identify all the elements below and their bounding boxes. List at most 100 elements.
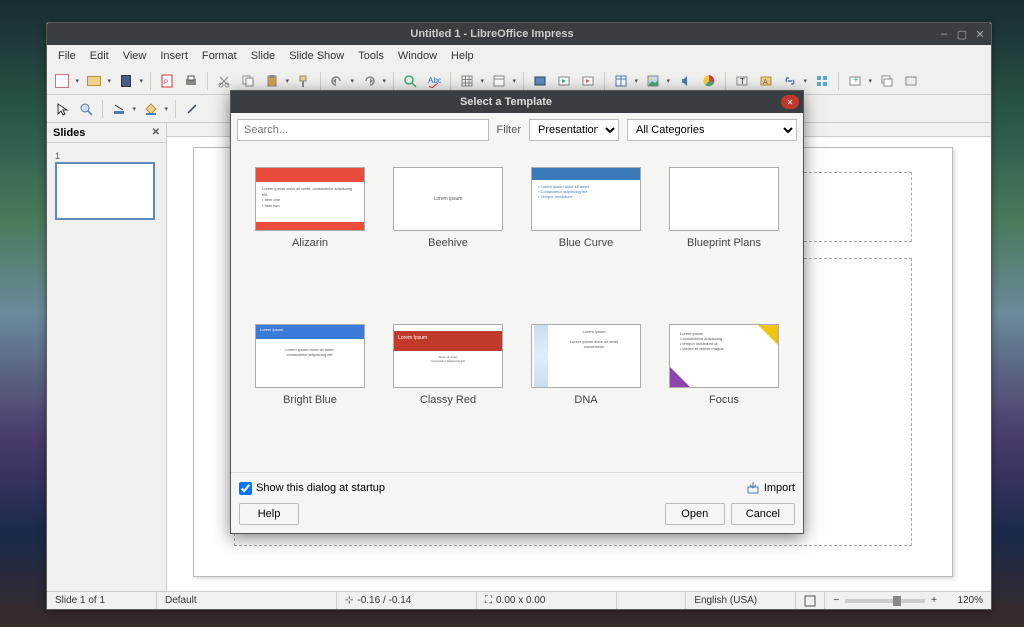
redo-button[interactable] xyxy=(358,70,380,92)
status-lang[interactable]: English (USA) xyxy=(686,592,796,609)
insert-special-button[interactable] xyxy=(811,70,833,92)
find-button[interactable] xyxy=(399,70,421,92)
show-at-startup-checkbox[interactable]: Show this dialog at startup xyxy=(239,482,385,495)
show-at-startup-input[interactable] xyxy=(239,482,252,495)
zoom-percent[interactable]: 120% xyxy=(945,592,991,609)
svg-text:Abc: Abc xyxy=(428,76,441,85)
fit-page-button[interactable] xyxy=(796,592,825,609)
close-button[interactable]: ✕ xyxy=(973,27,987,41)
category-select[interactable]: All Categories xyxy=(627,119,797,141)
master-slide-button[interactable] xyxy=(529,70,551,92)
menu-format[interactable]: Format xyxy=(195,47,244,65)
display-grid-button[interactable] xyxy=(456,70,478,92)
template-name: Blue Curve xyxy=(559,237,613,249)
svg-text:P: P xyxy=(164,80,168,86)
print-button[interactable] xyxy=(180,70,202,92)
menu-help[interactable]: Help xyxy=(444,47,481,65)
open-button[interactable]: Open xyxy=(665,503,725,525)
start-first-button[interactable] xyxy=(553,70,575,92)
status-style: Default xyxy=(157,592,337,609)
dialog-filter-bar: Filter Presentations All Categories xyxy=(231,113,803,147)
insert-audio-button[interactable] xyxy=(674,70,696,92)
slides-panel-header: Slides ✕ xyxy=(47,123,166,143)
menu-view[interactable]: View xyxy=(116,47,154,65)
template-blue-curve[interactable]: • Lorem ipsum dolor sit amet• Consectetu… xyxy=(519,167,653,296)
template-blueprint-plans[interactable]: Lorem IpsumDolor sit amet consectetur ad… xyxy=(657,167,791,296)
minimize-button[interactable]: ‒ xyxy=(937,27,951,41)
template-beehive[interactable]: Lorem ipsum Beehive xyxy=(381,167,515,296)
dialog-title: Select a Template xyxy=(231,96,781,108)
template-name: Bright Blue xyxy=(283,394,337,406)
undo-button[interactable] xyxy=(326,70,348,92)
line-tool[interactable] xyxy=(181,98,203,120)
zoom-tool[interactable] xyxy=(75,98,97,120)
titlebar: Untitled 1 - LibreOffice Impress ‒ ▢ ✕ xyxy=(47,23,991,45)
insert-table-button[interactable] xyxy=(610,70,632,92)
insert-image-button[interactable] xyxy=(642,70,664,92)
new-slide-button[interactable]: + xyxy=(844,70,866,92)
template-name: Blueprint Plans xyxy=(687,237,761,249)
menu-tools[interactable]: Tools xyxy=(351,47,391,65)
spellcheck-button[interactable]: Abc xyxy=(423,70,445,92)
slide-thumb-1[interactable]: 1 xyxy=(55,151,158,220)
template-classy-red[interactable]: Lorem IpsumDolor sit amet,consectetur ad… xyxy=(381,324,515,453)
help-button[interactable]: Help xyxy=(239,503,299,525)
slides-panel-close-icon[interactable]: ✕ xyxy=(152,127,160,138)
svg-text:A: A xyxy=(763,79,768,86)
new-button[interactable] xyxy=(51,70,73,92)
menu-window[interactable]: Window xyxy=(391,47,444,65)
template-preview: Lorem ipsumLorem ipsum dolor sit ametcon… xyxy=(531,324,641,388)
dialog-titlebar: Select a Template ✕ xyxy=(231,91,803,113)
insert-textbox-button[interactable]: T xyxy=(731,70,753,92)
import-button[interactable]: Import xyxy=(746,481,795,495)
cancel-button[interactable]: Cancel xyxy=(731,503,795,525)
zoom-out-icon[interactable]: − xyxy=(833,595,839,606)
clone-format-button[interactable] xyxy=(293,70,315,92)
slides-panel: Slides ✕ 1 xyxy=(47,123,167,591)
menu-slide[interactable]: Slide xyxy=(244,47,282,65)
template-alizarin[interactable]: Lorem ipsum dolor sit amet, consectetur … xyxy=(243,167,377,296)
zoom-control[interactable]: − + xyxy=(825,592,945,609)
delete-slide-button[interactable] xyxy=(900,70,922,92)
template-name: Classy Red xyxy=(420,394,476,406)
window-title: Untitled 1 - LibreOffice Impress xyxy=(51,28,933,40)
menu-insert[interactable]: Insert xyxy=(153,47,195,65)
maximize-button[interactable]: ▢ xyxy=(955,27,969,41)
insert-chart-button[interactable] xyxy=(698,70,720,92)
template-preview: Lorem IpsumDolor sit amet consectetur ad… xyxy=(669,167,779,231)
dialog-close-icon[interactable]: ✕ xyxy=(781,95,799,109)
copy-button[interactable] xyxy=(237,70,259,92)
svg-text:+: + xyxy=(853,75,859,86)
zoom-in-icon[interactable]: + xyxy=(931,595,937,606)
display-views-button[interactable] xyxy=(488,70,510,92)
template-dna[interactable]: Lorem ipsumLorem ipsum dolor sit ametcon… xyxy=(519,324,653,453)
search-input[interactable] xyxy=(237,119,489,141)
paste-button[interactable] xyxy=(261,70,283,92)
template-preview: Lorem IpsumDolor sit amet,consectetur ad… xyxy=(393,324,503,388)
template-bright-blue[interactable]: Lorem ipsumLorem ipsum dolor sit amet,co… xyxy=(243,324,377,453)
start-current-button[interactable] xyxy=(577,70,599,92)
template-preview: Lorem ipsum• consectetur adipiscing• tem… xyxy=(669,324,779,388)
fill-color-button[interactable] xyxy=(140,98,162,120)
menu-slide-show[interactable]: Slide Show xyxy=(282,47,351,65)
export-pdf-button[interactable]: P xyxy=(156,70,178,92)
menu-edit[interactable]: Edit xyxy=(83,47,116,65)
line-color-button[interactable] xyxy=(108,98,130,120)
zoom-slider[interactable] xyxy=(845,599,925,603)
template-preview: • Lorem ipsum dolor sit amet• Consectetu… xyxy=(531,167,641,231)
template-preview: Lorem ipsum xyxy=(393,167,503,231)
select-tool[interactable] xyxy=(51,98,73,120)
menubar: File Edit View Insert Format Slide Slide… xyxy=(47,45,991,67)
duplicate-slide-button[interactable] xyxy=(876,70,898,92)
open-button[interactable] xyxy=(83,70,105,92)
insert-fontwork-button[interactable]: A xyxy=(755,70,777,92)
cut-button[interactable] xyxy=(213,70,235,92)
template-name: Beehive xyxy=(428,237,468,249)
save-button[interactable] xyxy=(115,70,137,92)
status-coords: ⊹-0.16 / -0.14 xyxy=(337,592,477,609)
template-preview: Lorem ipsumLorem ipsum dolor sit amet,co… xyxy=(255,324,365,388)
filter-select[interactable]: Presentations xyxy=(529,119,619,141)
menu-file[interactable]: File xyxy=(51,47,83,65)
insert-hyperlink-button[interactable] xyxy=(779,70,801,92)
template-focus[interactable]: Lorem ipsum• consectetur adipiscing• tem… xyxy=(657,324,791,453)
